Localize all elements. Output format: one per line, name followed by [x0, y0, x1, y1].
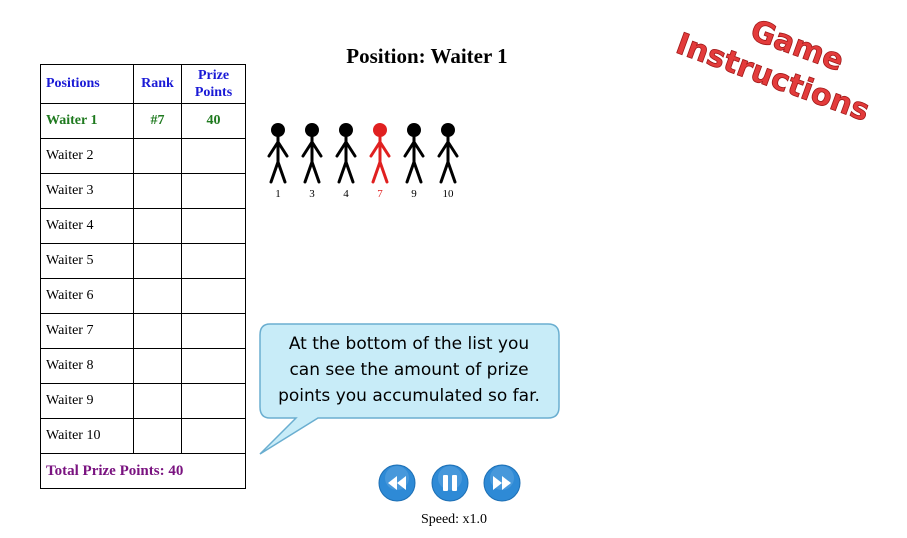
waiter-name: Waiter 4 [40, 208, 134, 244]
stick-figure-9: 9 [403, 123, 425, 200]
speed-label: Speed: x1.0 [420, 512, 488, 527]
fast-forward-button[interactable] [483, 464, 521, 502]
waiter-points [181, 418, 246, 454]
positions-table-container: Positions Rank Prize Points Waiter 1 #7 … [40, 64, 246, 489]
stick-figure-10: 10 [437, 123, 459, 200]
rewind-button[interactable] [378, 464, 416, 502]
waiter-name: Waiter 2 [40, 138, 134, 174]
stick-figure-queue: 1 3 4 7 9 10 [267, 123, 459, 200]
column-header-positions: Positions [40, 64, 134, 104]
stick-figure-1: 1 [267, 123, 289, 200]
waiter-name: Waiter 6 [40, 278, 134, 314]
playback-controls [378, 464, 524, 504]
callout-text: At the bottom of the list you can see th… [258, 322, 560, 418]
waiter-rank [133, 383, 182, 419]
waiter-rank [133, 243, 182, 279]
waiter-points [181, 278, 246, 314]
table-row[interactable]: Waiter 8 [40, 348, 246, 384]
hint-callout: At the bottom of the list you can see th… [258, 322, 562, 460]
page-title: Position: Waiter 1 [346, 44, 508, 68]
table-row[interactable]: Waiter 1 #7 40 [40, 103, 246, 139]
stick-figure-label: 3 [309, 188, 315, 200]
stick-figure-label: 4 [343, 188, 349, 200]
waiter-name: Waiter 10 [40, 418, 134, 454]
stick-figure-label: 1 [275, 188, 281, 200]
waiter-name: Waiter 7 [40, 313, 134, 349]
stick-figure-7: 7 [369, 123, 391, 200]
waiter-name: Waiter 5 [40, 243, 134, 279]
callout-line3: points you accumulated so far. [278, 386, 540, 406]
table-row[interactable]: Waiter 7 [40, 313, 246, 349]
waiter-rank [133, 208, 182, 244]
waiter-rank [133, 278, 182, 314]
waiter-name: Waiter 9 [40, 383, 134, 419]
waiter-points: 40 [181, 103, 246, 139]
prize-header-line1: Prize [197, 68, 230, 83]
table-row[interactable]: Waiter 3 [40, 173, 246, 209]
waiter-points [181, 138, 246, 174]
waiter-name: Waiter 8 [40, 348, 134, 384]
column-header-rank: Rank [133, 64, 182, 104]
column-header-prize-points: Prize Points [181, 64, 246, 104]
table-row[interactable]: Waiter 6 [40, 278, 246, 314]
table-row[interactable]: Waiter 5 [40, 243, 246, 279]
table-row[interactable]: Waiter 2 [40, 138, 246, 174]
waiter-rank [133, 418, 182, 454]
waiter-points [181, 348, 246, 384]
waiter-rank [133, 138, 182, 174]
table-row[interactable]: Waiter 9 [40, 383, 246, 419]
stick-figure-label: 7 [377, 188, 383, 200]
table-row[interactable]: Waiter 4 [40, 208, 246, 244]
waiter-name: Waiter 3 [40, 173, 134, 209]
stick-figure-label: 9 [411, 188, 417, 200]
total-prize-points: Total Prize Points: 40 [40, 453, 246, 489]
waiter-points [181, 383, 246, 419]
stick-figure-4: 4 [335, 123, 357, 200]
pause-button[interactable] [431, 464, 469, 502]
stick-figure-3: 3 [301, 123, 323, 200]
prize-header-line2: Points [194, 85, 233, 100]
game-instructions-link[interactable]: Game Instructions [668, 6, 907, 136]
waiter-rank: #7 [133, 103, 182, 139]
callout-line2: can see the amount of prize [289, 360, 529, 380]
table-row[interactable]: Waiter 10 [40, 418, 246, 454]
waiter-rank [133, 173, 182, 209]
stick-figure-label: 10 [443, 188, 455, 200]
waiter-points [181, 313, 246, 349]
total-row: Total Prize Points: 40 [40, 453, 246, 489]
waiter-points [181, 243, 246, 279]
table-header-row: Positions Rank Prize Points [40, 64, 246, 104]
waiter-rank [133, 313, 182, 349]
waiter-points [181, 173, 246, 209]
waiter-points [181, 208, 246, 244]
waiter-name: Waiter 1 [40, 103, 134, 139]
callout-line1: At the bottom of the list you [288, 334, 530, 354]
waiter-rank [133, 348, 182, 384]
positions-table: Positions Rank Prize Points Waiter 1 #7 … [40, 64, 246, 489]
